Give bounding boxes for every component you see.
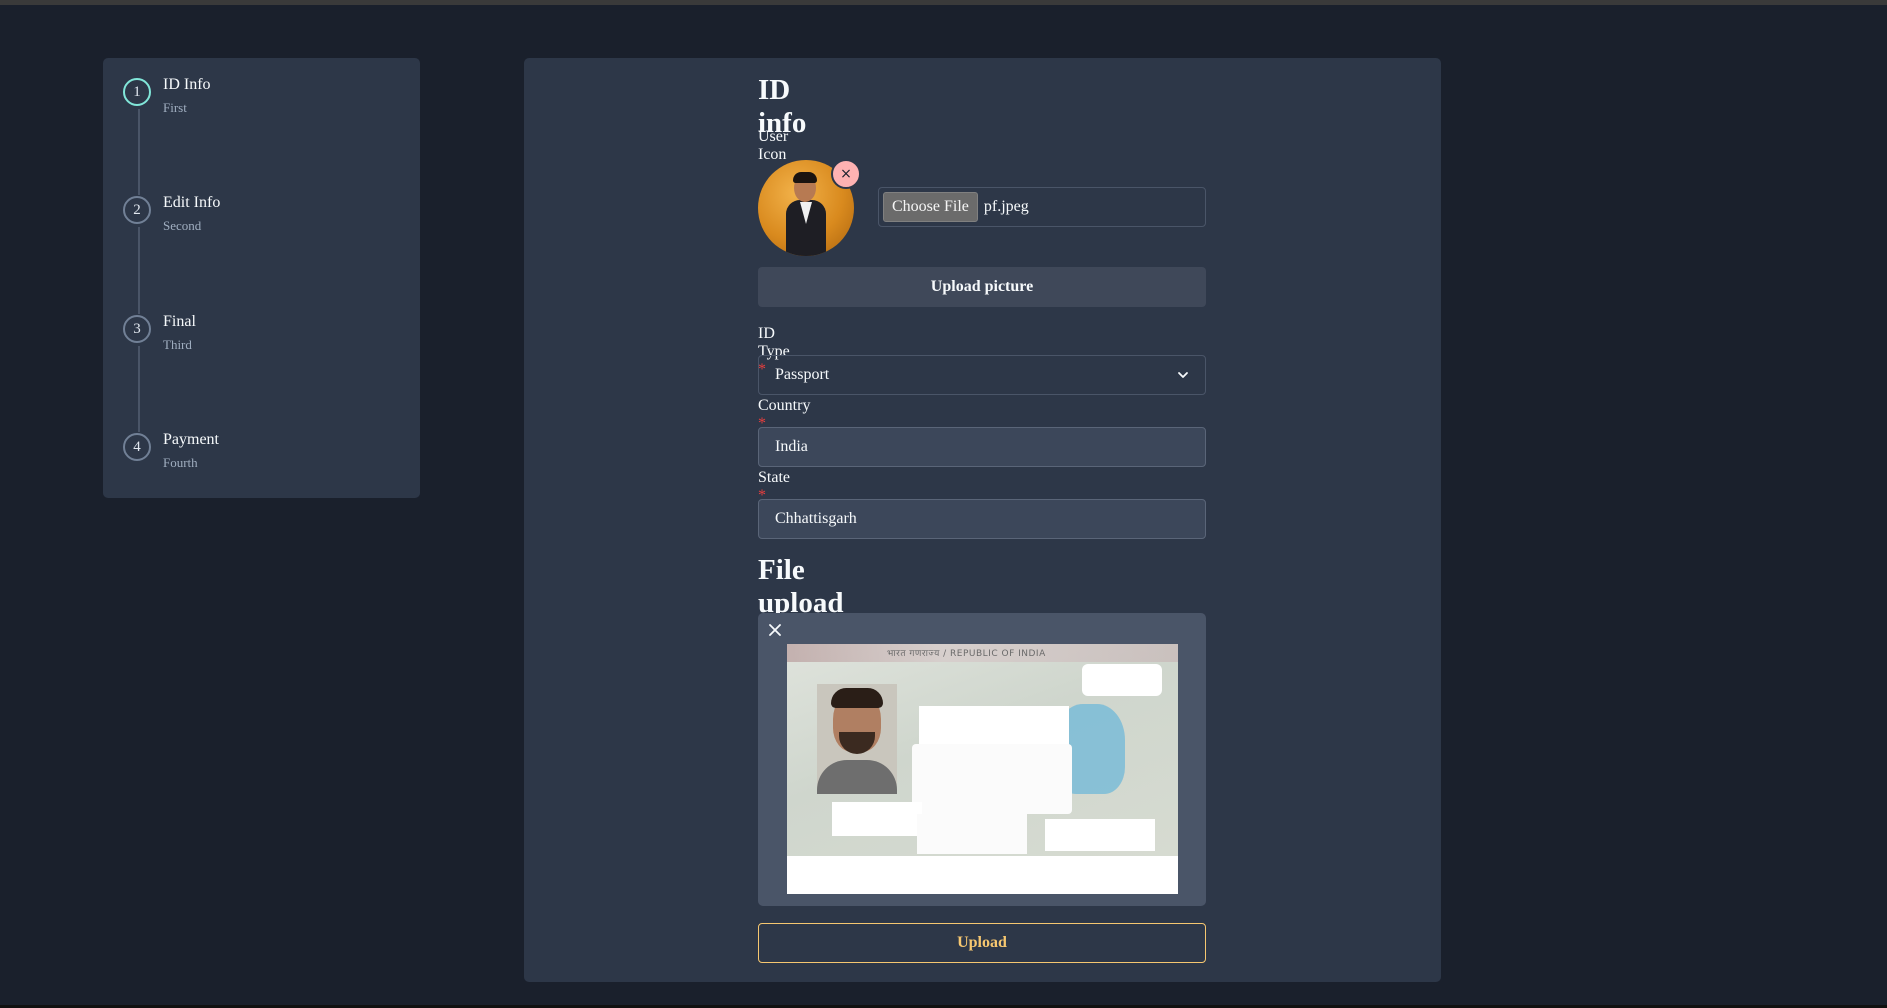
country-value: India <box>775 438 808 455</box>
step-connector <box>138 109 140 195</box>
step-subtitle: First <box>163 100 187 115</box>
choose-file-button[interactable]: Choose File <box>883 192 978 222</box>
step-number: 3 <box>123 315 151 343</box>
step-subtitle: Second <box>163 218 202 233</box>
step-number: 2 <box>123 196 151 224</box>
selected-file-name: pf.jpeg <box>983 198 1029 215</box>
step-number: 4 <box>123 433 151 461</box>
step-connector <box>138 227 140 314</box>
step-number: 1 <box>123 78 151 106</box>
step-title: ID Info <box>163 76 211 93</box>
id-type-value: Passport <box>775 366 830 383</box>
state-input[interactable]: Chhattisgarh <box>758 499 1206 539</box>
step-subtitle: Fourth <box>163 455 198 470</box>
form-card: ID info User Icon × Choose File pf.jpeg … <box>524 58 1441 982</box>
file-upload-heading: File upload <box>758 554 844 619</box>
chevron-down-icon <box>1178 372 1188 378</box>
close-icon[interactable] <box>766 621 784 639</box>
step-subtitle: Third <box>163 337 192 352</box>
state-value: Chhattisgarh <box>775 510 857 527</box>
remove-avatar-button[interactable]: × <box>831 159 861 189</box>
avatar-file-input[interactable]: Choose File pf.jpeg <box>878 187 1206 227</box>
step-title: Edit Info <box>163 194 221 211</box>
id-type-select[interactable]: Passport <box>758 355 1206 395</box>
country-input[interactable]: India <box>758 427 1206 467</box>
upload-picture-button[interactable]: Upload picture <box>758 267 1206 307</box>
step-title: Final <box>163 313 196 330</box>
window-top-border <box>0 0 1887 5</box>
step-connector <box>138 346 140 432</box>
upload-button[interactable]: Upload <box>758 923 1206 963</box>
file-preview: भारत गणराज्य / REPUBLIC OF INDIA <box>758 613 1206 906</box>
steps-panel: 1 ID Info First 2 Edit Info Second 3 Fin… <box>103 58 420 498</box>
user-icon-label: User Icon <box>758 128 789 163</box>
step-title: Payment <box>163 431 219 448</box>
passport-header-text: भारत गणराज्य / REPUBLIC OF INDIA <box>887 649 1046 659</box>
passport-image: भारत गणराज्य / REPUBLIC OF INDIA <box>787 644 1178 894</box>
